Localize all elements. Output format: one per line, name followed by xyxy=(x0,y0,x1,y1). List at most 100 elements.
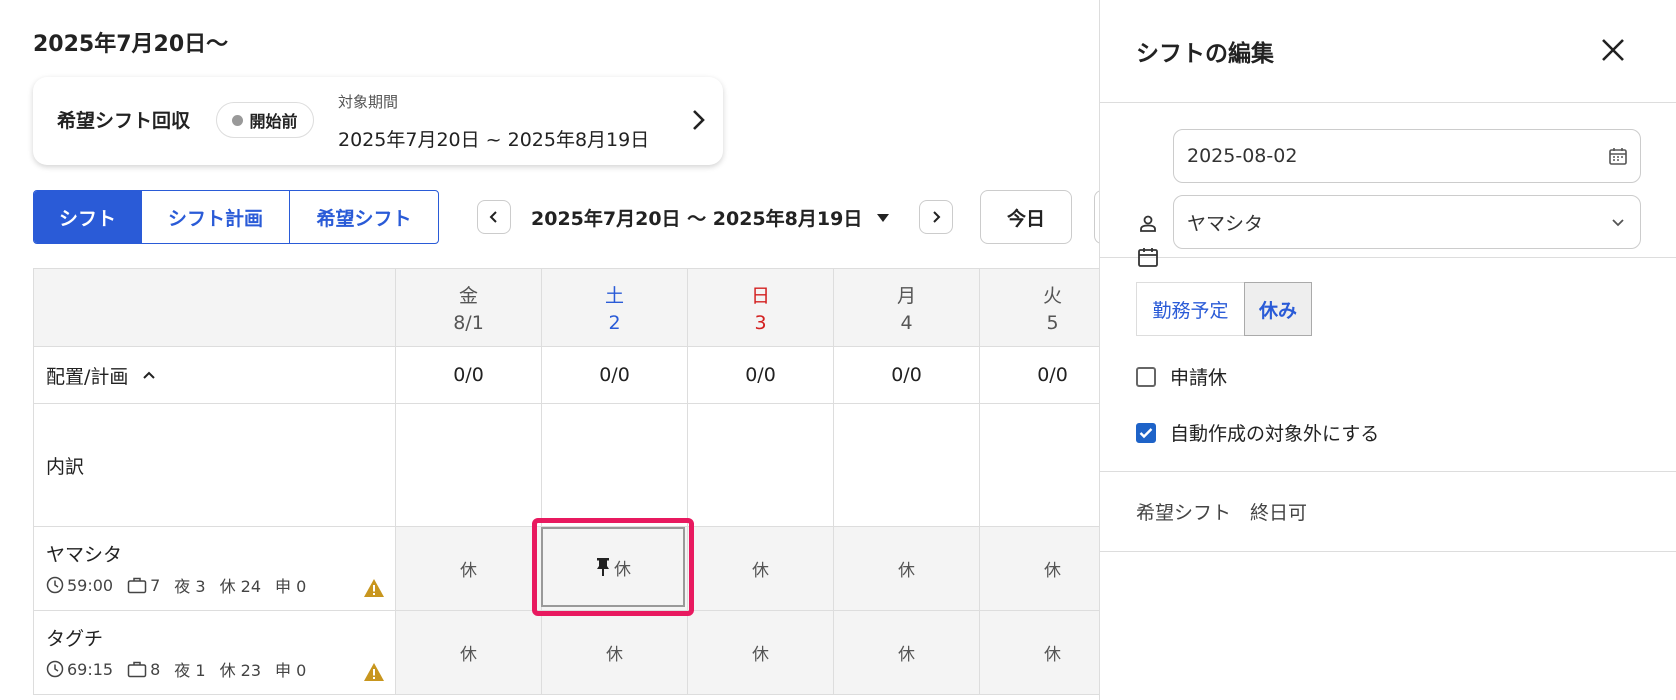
calendar-picker-icon[interactable] xyxy=(1608,146,1628,166)
today-button[interactable]: 今日 xyxy=(980,190,1072,244)
clock-icon xyxy=(46,576,64,594)
warning-icon[interactable] xyxy=(363,662,385,682)
shift-grid: 金 8/1 土 2 日 3 月 4 火 5 配置/計画 0/0 0/0 0/0 … xyxy=(33,268,1126,695)
type-option-off[interactable]: 休み xyxy=(1244,282,1312,336)
caret-down-icon[interactable] xyxy=(876,213,890,223)
day-of-week: 月 xyxy=(896,285,916,307)
shift-cell[interactable]: 休 xyxy=(834,527,980,611)
status-badge: 開始前 xyxy=(216,102,314,138)
off-stat: 休 24 xyxy=(219,577,262,596)
breakdown-cell xyxy=(688,404,834,527)
panel-fields: 2025-08-02 ヤマシタ xyxy=(1100,103,1676,267)
tab-shift-plan[interactable]: シフト計画 xyxy=(142,191,290,243)
selected-shift-inner: 休 xyxy=(541,527,685,607)
chevron-left-icon xyxy=(489,211,497,223)
period-label: 対象期間 xyxy=(338,93,399,111)
day-date: 4 xyxy=(900,312,913,334)
shift-cell[interactable]: 休 xyxy=(542,611,688,695)
tab-shift[interactable]: シフト xyxy=(34,191,142,243)
placement-row: 配置/計画 0/0 0/0 0/0 0/0 0/0 xyxy=(34,347,1126,404)
date-range-label[interactable]: 2025年7月20日 〜 2025年8月19日 xyxy=(531,204,862,231)
panel-header: シフトの編集 xyxy=(1100,0,1676,103)
chevron-up-icon[interactable] xyxy=(142,370,156,380)
person-stats: 69:15 8 夜 1 休 23 申 0 xyxy=(46,657,320,681)
tab-preferred-shift[interactable]: 希望シフト xyxy=(290,191,438,243)
day-date: 2 xyxy=(608,312,621,334)
prev-range-button[interactable] xyxy=(477,200,511,234)
person-stats: 59:00 7 夜 3 休 24 申 0 xyxy=(46,573,320,597)
next-range-button[interactable] xyxy=(919,200,953,234)
person-icon xyxy=(1140,215,1156,232)
close-icon[interactable] xyxy=(1600,37,1626,63)
hours-stat: 59:00 xyxy=(46,576,113,595)
person-select[interactable]: ヤマシタ xyxy=(1173,195,1641,249)
page-title: 2025年7月20日〜 xyxy=(33,32,229,57)
placement-label: 配置/計画 xyxy=(46,365,129,388)
selected-shift-value: 休 xyxy=(614,559,631,580)
shift-type-toggle: 勤務予定 休み xyxy=(1136,282,1312,336)
exclude-auto-row[interactable]: 自動作成の対象外にする xyxy=(1136,419,1379,446)
breakdown-label: 内訳 xyxy=(34,404,396,527)
date-field[interactable]: 2025-08-02 xyxy=(1173,129,1641,183)
view-tabs: シフト シフト計画 希望シフト xyxy=(33,190,439,244)
request-leave-label: 申請休 xyxy=(1170,367,1228,389)
placement-count: 0/0 xyxy=(834,347,980,404)
preferred-shift-text: 希望シフト 終日可 xyxy=(1136,502,1308,524)
chevron-right-icon[interactable] xyxy=(687,107,709,133)
breakdown-cell xyxy=(834,404,980,527)
placement-label-cell[interactable]: 配置/計画 xyxy=(34,347,396,404)
header-corner xyxy=(34,269,396,347)
shift-cell[interactable]: 休 xyxy=(688,611,834,695)
request-leave-checkbox[interactable] xyxy=(1136,366,1156,387)
selected-shift-cell[interactable]: 休 xyxy=(532,518,694,616)
day-of-week: 日 xyxy=(750,285,770,307)
night-stat: 夜 1 xyxy=(174,661,206,680)
request-stat: 申 0 xyxy=(275,661,307,680)
hours-stat: 69:15 xyxy=(46,660,113,679)
day-header[interactable]: 月 4 xyxy=(834,269,980,347)
work-stat: 8 xyxy=(127,660,160,679)
shift-cell[interactable]: 休 xyxy=(834,611,980,695)
briefcase-icon xyxy=(127,661,147,678)
exclude-auto-checkbox[interactable] xyxy=(1136,422,1156,443)
person-cell[interactable]: ヤマシタ 59:00 7 夜 3 休 24 申 0 xyxy=(34,527,396,611)
day-date: 3 xyxy=(754,312,767,334)
night-stat: 夜 3 xyxy=(174,577,206,596)
person-row: タグチ 69:15 8 夜 1 休 23 申 0 休 休 休 休 休 xyxy=(34,611,1126,695)
chevron-down-icon[interactable] xyxy=(1608,212,1628,232)
day-of-week: 火 xyxy=(1042,285,1062,307)
placement-count: 0/0 xyxy=(396,347,542,404)
request-leave-row[interactable]: 申請休 xyxy=(1136,363,1227,390)
shift-cell[interactable]: 休 xyxy=(396,527,542,611)
work-stat: 7 xyxy=(127,576,160,595)
grid-header-row: 金 8/1 土 2 日 3 月 4 火 5 xyxy=(34,269,1126,347)
clock-icon xyxy=(46,660,64,678)
day-header[interactable]: 日 3 xyxy=(688,269,834,347)
shift-cell[interactable]: 休 xyxy=(688,527,834,611)
shift-collection-card[interactable]: 希望シフト回収 開始前 対象期間 2025年7月20日 ~ 2025年8月19日 xyxy=(33,77,723,165)
day-header[interactable]: 金 8/1 xyxy=(396,269,542,347)
placement-count: 0/0 xyxy=(542,347,688,404)
hours-value: 59:00 xyxy=(67,575,114,595)
pin-icon xyxy=(597,558,609,576)
exclude-auto-label: 自動作成の対象外にする xyxy=(1170,423,1380,445)
briefcase-icon xyxy=(127,577,147,594)
day-of-week: 土 xyxy=(604,285,624,307)
day-date: 8/1 xyxy=(453,312,484,334)
person-name: タグチ xyxy=(46,628,104,650)
day-date: 5 xyxy=(1046,312,1059,334)
day-header[interactable]: 土 2 xyxy=(542,269,688,347)
person-cell[interactable]: タグチ 69:15 8 夜 1 休 23 申 0 xyxy=(34,611,396,695)
period-range: 2025年7月20日 ~ 2025年8月19日 xyxy=(338,129,650,151)
warning-icon[interactable] xyxy=(363,578,385,598)
panel-title: シフトの編集 xyxy=(1136,41,1274,67)
chevron-right-icon xyxy=(933,211,941,223)
checkmark-icon xyxy=(1139,427,1153,438)
shift-cell[interactable]: 休 xyxy=(396,611,542,695)
panel-options: 勤務予定 休み 申請休 自動作成の対象外にする xyxy=(1100,258,1676,472)
type-option-scheduled[interactable]: 勤務予定 xyxy=(1136,282,1244,336)
breakdown-cell xyxy=(396,404,542,527)
off-stat: 休 23 xyxy=(219,661,262,680)
preferred-shift-section: 希望シフト 終日可 xyxy=(1100,472,1676,552)
breakdown-row: 内訳 xyxy=(34,404,1126,527)
